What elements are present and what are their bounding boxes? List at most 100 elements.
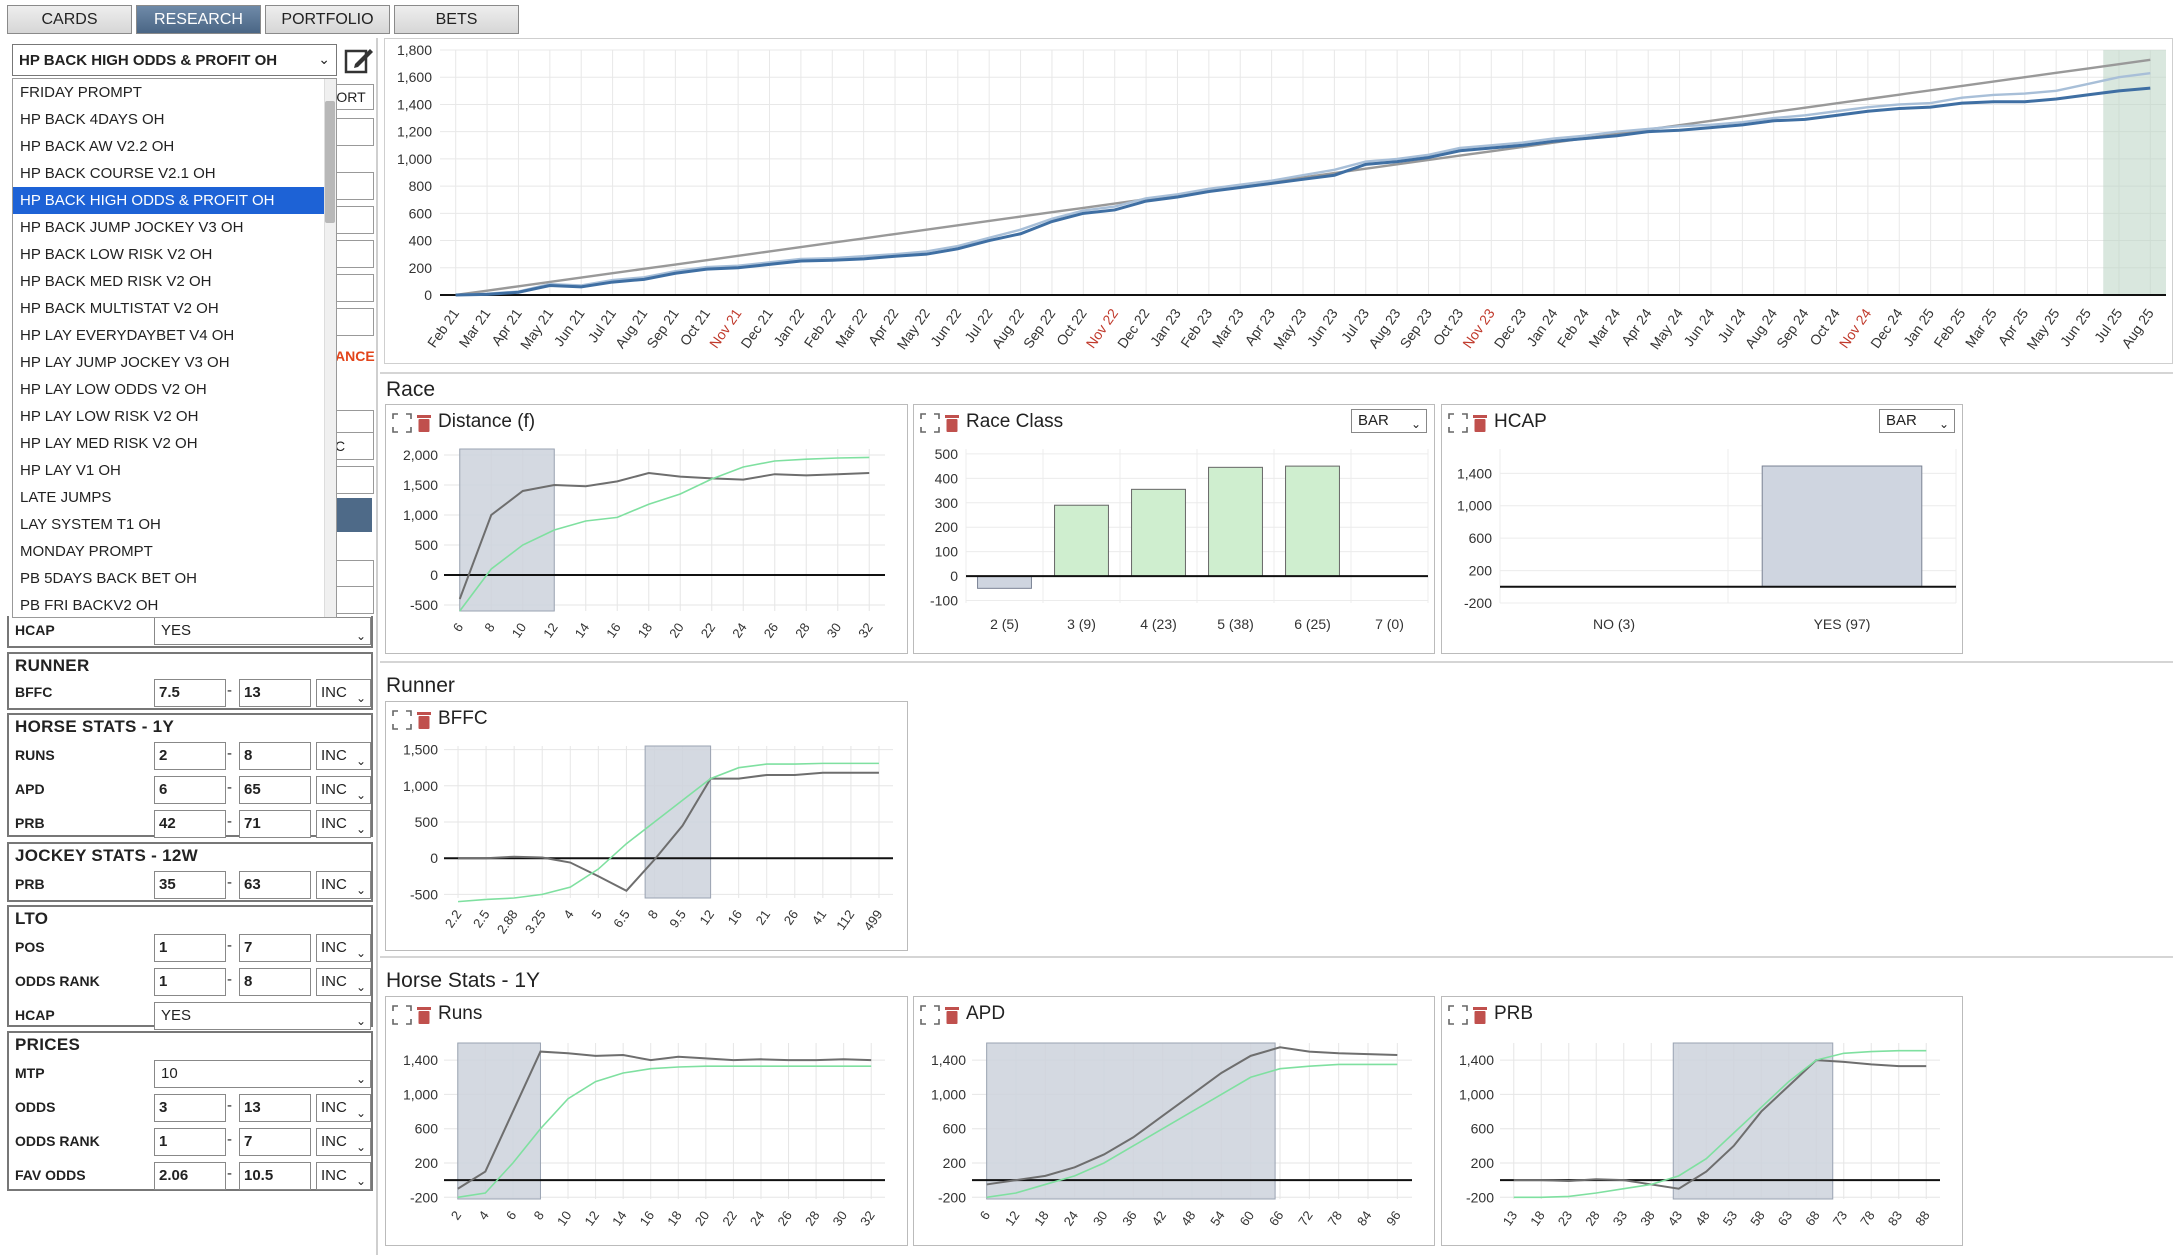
dropdown-option[interactable]: HP BACK LOW RISK V2 OH xyxy=(13,241,336,268)
dropdown-option[interactable]: HP BACK 4DAYS OH xyxy=(13,106,336,133)
dropdown-option[interactable]: HP LAY LOW ODDS V2 OH xyxy=(13,376,336,403)
dropdown-option[interactable]: HP LAY MED RISK V2 OH xyxy=(13,430,336,457)
dropdown-option[interactable]: HP BACK MED RISK V2 OH xyxy=(13,268,336,295)
hcap-chart-type-select[interactable]: BAR ⌄ xyxy=(1879,409,1955,433)
lto-hcap-select[interactable]: YES ⌄ xyxy=(154,1002,371,1030)
bffc-min-input[interactable]: 7.5 xyxy=(154,679,226,707)
chevron-down-icon: ⌄ xyxy=(355,1174,366,1188)
x-tick-label: 48 xyxy=(1692,1208,1713,1228)
tab-cards[interactable]: CARDS xyxy=(7,5,132,34)
filter-mode-select[interactable]: INC ⌄ xyxy=(316,1094,371,1122)
x-tick-label: 33 xyxy=(1610,1208,1631,1228)
tab-bets[interactable]: BETS xyxy=(394,5,519,34)
dropdown-option[interactable]: HP LAY LOW RISK V2 OH xyxy=(13,403,336,430)
system-dropdown-list[interactable]: FRIDAY PROMPT HP BACK 4DAYS OH HP BACK AW … xyxy=(12,78,337,618)
app-root: CARDS RESEARCH PORTFOLIO BETS HP BACK HI… xyxy=(0,0,2173,1255)
filter-max-input[interactable]: 8 xyxy=(239,742,311,770)
dropdown-option[interactable]: HP BACK JUMP JOCKEY V3 OH xyxy=(13,214,336,241)
chevron-down-icon: ⌄ xyxy=(355,1072,366,1086)
filter-mode-select[interactable]: INC ⌄ xyxy=(316,934,371,962)
filter-max-input[interactable]: 63 xyxy=(239,871,311,899)
x-tick-label: 14 xyxy=(609,1208,630,1228)
x-tick-label: Aug 22 xyxy=(988,305,1027,351)
dropdown-option[interactable]: HP LAY V1 OH xyxy=(13,457,336,484)
x-tick-label: 12 xyxy=(540,620,561,640)
hcap-label: HCAP xyxy=(15,622,55,638)
x-tick-label: 13 xyxy=(1500,1208,1521,1228)
y-tick-label: 1,400 xyxy=(403,1052,438,1068)
x-tick-label: 18 xyxy=(1031,1208,1052,1228)
filter-min-input[interactable]: 2.06 xyxy=(154,1162,226,1190)
dropdown-option[interactable]: HP BACK COURSE V2.1 OH xyxy=(13,160,336,187)
range-dash: - xyxy=(227,779,232,796)
dropdown-scrollbar-thumb[interactable] xyxy=(325,101,335,223)
dropdown-option[interactable]: HP BACK HIGH ODDS & PROFIT OH xyxy=(13,187,336,214)
dropdown-option[interactable]: HP LAY EVERYDAYBET V4 OH xyxy=(13,322,336,349)
filter-row: RUNS 2-8 INC ⌄ xyxy=(9,739,371,773)
mtp-select[interactable]: 10 ⌄ xyxy=(154,1060,371,1088)
filter-mode-select[interactable]: INC ⌄ xyxy=(316,742,371,770)
x-category-label: 6 (25) xyxy=(1294,616,1331,632)
hcap-select[interactable]: YES ⌄ xyxy=(154,617,371,645)
filter-max-input[interactable]: 65 xyxy=(239,776,311,804)
dropdown-scrollbar[interactable] xyxy=(324,79,336,617)
race-class-chart-type-select[interactable]: BAR ⌄ xyxy=(1351,409,1427,433)
dropdown-option[interactable]: HP LAY JUMP JOCKEY V3 OH xyxy=(13,349,336,376)
filter-min-input[interactable]: 6 xyxy=(154,776,226,804)
bffc-panel: BFFC 1,500 1,000 500 0 -500 2.2 2.5 2.88 3.25 4 5 6… xyxy=(385,701,908,951)
expand-icon xyxy=(920,413,940,433)
dropdown-option[interactable]: LAY SYSTEM T1 OH xyxy=(13,511,336,538)
trash-icon-lid xyxy=(417,712,431,715)
trash-icon xyxy=(1473,1007,1487,1024)
filter-mode-select[interactable]: INC ⌄ xyxy=(316,871,371,899)
filter-mode-value: INC xyxy=(321,973,347,990)
expand-icon xyxy=(920,1005,940,1025)
tab-portfolio[interactable]: PORTFOLIO xyxy=(265,5,390,34)
section-divider xyxy=(380,661,2173,663)
filter-mode-select[interactable]: INC ⌄ xyxy=(316,810,371,838)
x-tick-label: 32 xyxy=(857,1208,878,1228)
filter-max-input[interactable]: 13 xyxy=(239,1094,311,1122)
filter-max-input[interactable]: 7 xyxy=(239,1128,311,1156)
x-tick-label: 78 xyxy=(1857,1208,1878,1228)
filter-min-input[interactable]: 42 xyxy=(154,810,226,838)
balance-label-partial: ANCE xyxy=(335,348,375,364)
filter-min-input[interactable]: 1 xyxy=(154,934,226,962)
prb-panel: PRB 1,400 1,000 600 200 -200 13 18 23 28 33 38 43 48… xyxy=(1441,996,1963,1246)
tab-research[interactable]: RESEARCH xyxy=(136,5,261,34)
dropdown-option[interactable]: PB FRI BACKV2 OH xyxy=(13,592,336,617)
x-tick-label: 5 xyxy=(588,907,604,922)
x-tick-label: 12 xyxy=(696,907,717,927)
trash-icon xyxy=(1473,415,1487,432)
runner-section-title: RUNNER xyxy=(15,656,90,675)
distance-panel: Distance (f) 2,000 1,500 1,000 500 0 -500 6 8 10… xyxy=(385,404,908,654)
filter-max-input[interactable]: 10.5 xyxy=(239,1162,311,1190)
lto-filter-section: LTO POS 1-7 INC ⌄ ODDS RANK 1-8 INC ⌄ HCAP YES ⌄ xyxy=(7,905,373,1030)
y-tick-label: 600 xyxy=(409,205,433,221)
dropdown-option[interactable]: MONDAY PROMPT xyxy=(13,538,336,565)
filter-min-input[interactable]: 1 xyxy=(154,1128,226,1156)
filter-mode-select[interactable]: INC ⌄ xyxy=(316,968,371,996)
filter-mode-select[interactable]: INC ⌄ xyxy=(316,776,371,804)
dropdown-option[interactable]: HP BACK AW V2.2 OH xyxy=(13,133,336,160)
system-select[interactable]: HP BACK HIGH ODDS & PROFIT OH ⌄ xyxy=(12,44,337,76)
filter-mode-select[interactable]: INC ⌄ xyxy=(316,1162,371,1190)
bffc-mode-select[interactable]: INC ⌄ xyxy=(316,679,371,707)
filter-mode-select[interactable]: INC ⌄ xyxy=(316,1128,371,1156)
filter-min-input[interactable]: 35 xyxy=(154,871,226,899)
filter-mode-value: INC xyxy=(321,781,347,798)
filter-max-input[interactable]: 7 xyxy=(239,934,311,962)
edit-icon[interactable] xyxy=(343,44,375,76)
bffc-max-input[interactable]: 13 xyxy=(239,679,311,707)
dropdown-option[interactable]: HP BACK MULTISTAT V2 OH xyxy=(13,295,336,322)
filter-min-input[interactable]: 3 xyxy=(154,1094,226,1122)
x-tick-label: 43 xyxy=(1665,1208,1686,1228)
apd-panel-title: APD xyxy=(966,1003,1006,1024)
filter-max-input[interactable]: 71 xyxy=(239,810,311,838)
filter-min-input[interactable]: 2 xyxy=(154,742,226,770)
dropdown-option[interactable]: LATE JUMPS xyxy=(13,484,336,511)
dropdown-option[interactable]: FRIDAY PROMPT xyxy=(13,79,336,106)
dropdown-option[interactable]: PB 5DAYS BACK BET OH xyxy=(13,565,336,592)
filter-max-input[interactable]: 8 xyxy=(239,968,311,996)
filter-min-input[interactable]: 1 xyxy=(154,968,226,996)
